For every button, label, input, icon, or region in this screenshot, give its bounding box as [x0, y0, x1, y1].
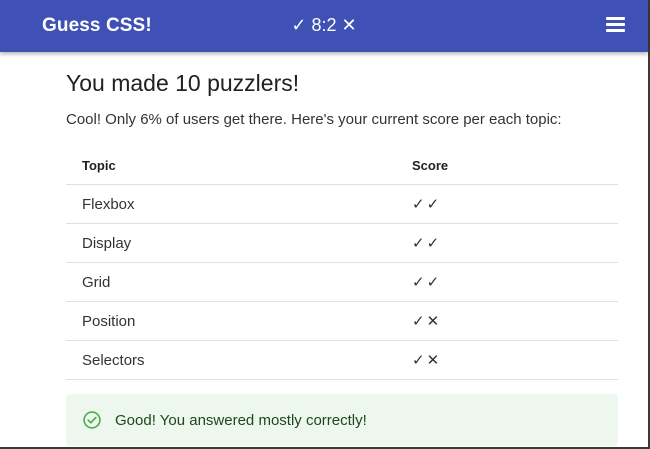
table-header-row: Topic Score	[66, 146, 618, 185]
column-header-score: Score	[412, 146, 618, 185]
topic-cell: Selectors	[66, 340, 412, 380]
page-title: You made 10 puzzlers!	[66, 70, 300, 96]
topic-cell: Grid	[66, 262, 412, 302]
table-row: Selectors ✓✕	[66, 340, 618, 380]
alert-message: Good! You answered mostly correctly!	[115, 411, 367, 429]
correct-count: 8	[311, 15, 322, 35]
wrong-count: 2	[326, 15, 337, 35]
topic-cell: Flexbox	[66, 184, 412, 224]
score-cell: ✓✕	[412, 340, 618, 380]
success-alert: Good! You answered mostly correctly!	[66, 394, 618, 446]
main-content: You made 10 puzzlers! Cool! Only 6% of u…	[66, 52, 618, 446]
app-bar: Guess CSS! ✓ 8:2 ✕	[0, 0, 648, 52]
intro-text: Cool! Only 6% of users get there. Here's…	[66, 111, 562, 128]
scoreboard: ✓ 8:2 ✕	[0, 15, 648, 36]
score-table: Topic Score Flexbox ✓✓ Display ✓✓ Grid ✓…	[66, 146, 618, 380]
check-circle-icon	[83, 411, 101, 429]
column-header-topic: Topic	[66, 146, 412, 185]
topic-cell: Position	[66, 301, 412, 341]
score-cell: ✓✕	[412, 301, 618, 341]
score-cell: ✓✓	[412, 262, 618, 302]
table-row: Flexbox ✓✓	[66, 184, 618, 224]
score-cell: ✓✓	[412, 184, 618, 224]
wrong-icon: ✕	[341, 15, 357, 35]
table-row: Position ✓✕	[66, 301, 618, 341]
hamburger-menu-icon[interactable]	[606, 17, 626, 33]
topic-cell: Display	[66, 223, 412, 263]
correct-icon: ✓	[291, 15, 307, 35]
score-cell: ✓✓	[412, 223, 618, 263]
table-row: Grid ✓✓	[66, 262, 618, 302]
table-row: Display ✓✓	[66, 223, 618, 263]
